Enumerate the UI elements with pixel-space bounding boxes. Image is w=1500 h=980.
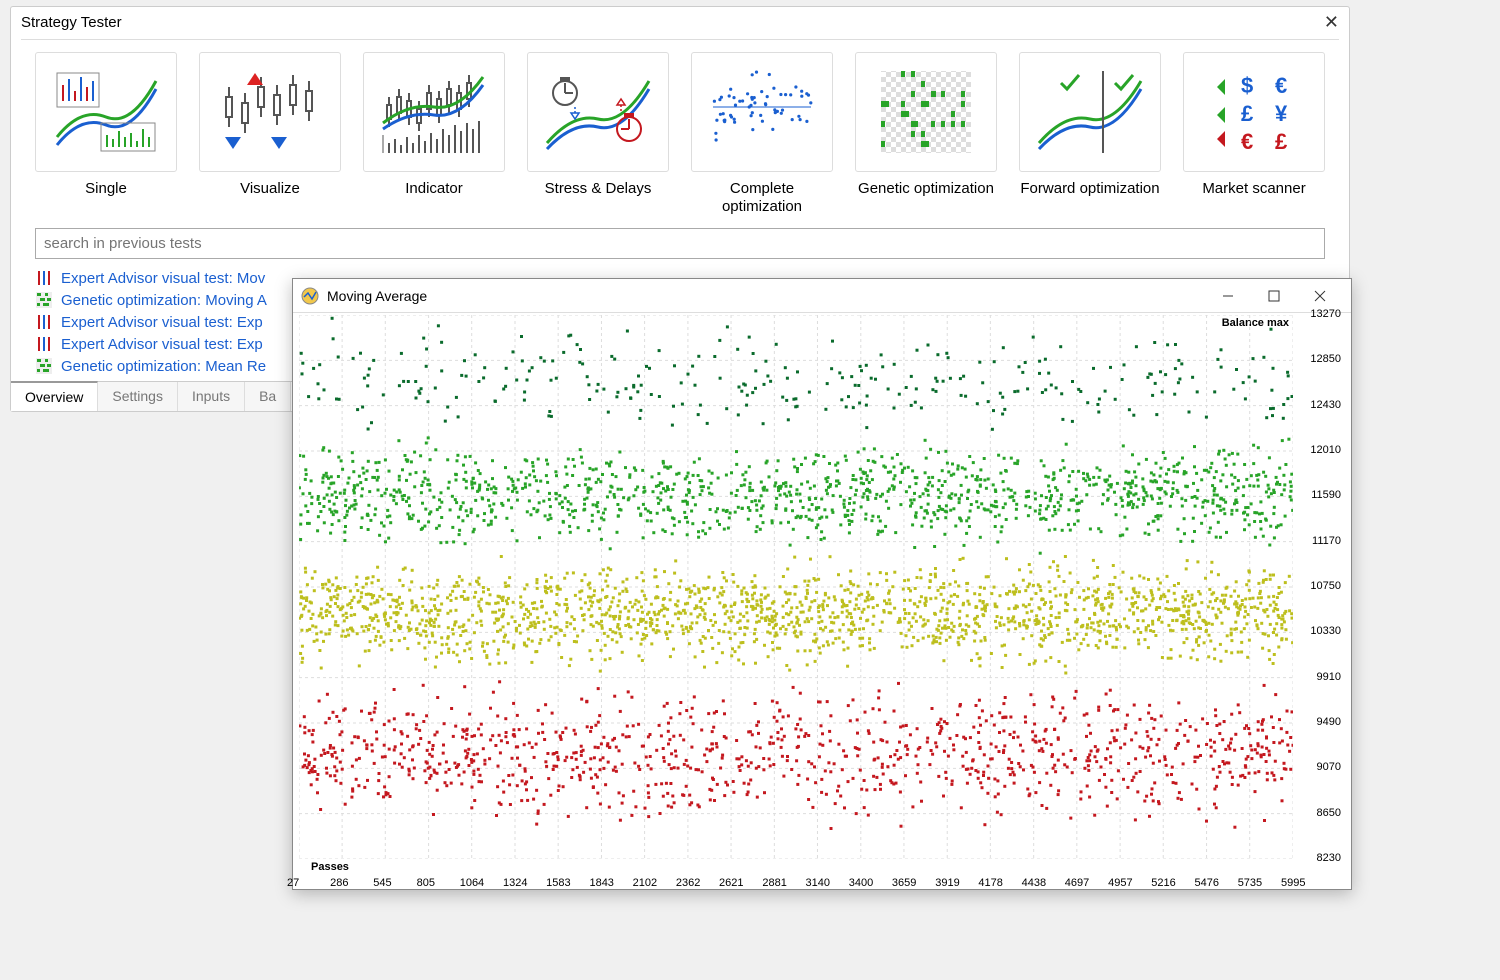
x-tick-label: 1064 xyxy=(460,877,484,889)
x-tick-label: 4957 xyxy=(1108,877,1132,889)
chart-titlebar[interactable]: Moving Average xyxy=(293,279,1351,313)
x-tick-label: 2102 xyxy=(633,877,657,889)
y-tick-label: 12430 xyxy=(1310,399,1341,411)
genetic-icon xyxy=(35,357,53,375)
card-forward-opt[interactable]: Forward optimization xyxy=(1019,52,1161,220)
card-market-scanner[interactable]: $ € £ ¥ € £ Market scanner xyxy=(1183,52,1325,220)
chart-window-title: Moving Average xyxy=(327,288,427,304)
close-button[interactable] xyxy=(1297,281,1343,311)
svg-text:¥: ¥ xyxy=(1275,101,1288,126)
close-icon[interactable]: ✕ xyxy=(1324,13,1339,31)
card-genetic-opt-icon xyxy=(855,52,997,172)
panel-titlebar: Strategy Tester ✕ xyxy=(11,7,1349,37)
svg-text:$: $ xyxy=(1241,73,1253,98)
x-tick-label: 1843 xyxy=(589,877,613,889)
x-axis-title: Passes xyxy=(311,861,349,873)
tab-settings[interactable]: Settings xyxy=(98,382,178,411)
y-tick-label: 10330 xyxy=(1310,625,1341,637)
card-label: Single xyxy=(35,180,177,220)
x-tick-label: 2362 xyxy=(676,877,700,889)
card-visualize[interactable]: Visualize xyxy=(199,52,341,220)
panel-title: Strategy Tester xyxy=(21,14,122,31)
card-label: Forward optimization xyxy=(1019,180,1161,220)
card-complete-opt-icon xyxy=(691,52,833,172)
x-tick-label: 4438 xyxy=(1022,877,1046,889)
svg-text:€: € xyxy=(1241,129,1253,154)
y-tick-label: 9490 xyxy=(1317,716,1341,728)
card-stress[interactable]: Stress & Delays xyxy=(527,52,669,220)
tab-backtest[interactable]: Ba xyxy=(245,382,291,411)
minimize-button[interactable] xyxy=(1205,281,1251,311)
x-tick-label: 5216 xyxy=(1151,877,1175,889)
y-tick-label: 11170 xyxy=(1312,535,1341,547)
x-tick-label: 1583 xyxy=(546,877,570,889)
plot-area xyxy=(299,315,1293,859)
y-tick-label: 8230 xyxy=(1317,852,1341,864)
card-indicator-icon xyxy=(363,52,505,172)
card-single-icon xyxy=(35,52,177,172)
x-tick-label: 3400 xyxy=(849,877,873,889)
y-tick-label: 12010 xyxy=(1310,444,1341,456)
card-visualize-icon xyxy=(199,52,341,172)
y-tick-label: 9070 xyxy=(1317,761,1341,773)
card-forward-opt-icon xyxy=(1019,52,1161,172)
app-icon xyxy=(301,287,319,305)
card-label: Market scanner xyxy=(1183,180,1325,220)
tab-overview[interactable]: Overview xyxy=(11,381,98,411)
card-label: Complete optimization xyxy=(691,180,833,220)
tab-inputs[interactable]: Inputs xyxy=(178,382,245,411)
y-tick-label: 13270 xyxy=(1310,308,1341,320)
svg-text:£: £ xyxy=(1275,129,1288,154)
x-tick-label: 286 xyxy=(330,877,348,889)
search-input[interactable] xyxy=(35,228,1325,259)
card-market-scanner-icon: $ € £ ¥ € £ xyxy=(1183,52,1325,172)
x-tick-label: 2881 xyxy=(762,877,786,889)
x-tick-label: 5995 xyxy=(1281,877,1305,889)
card-stress-icon xyxy=(527,52,669,172)
x-tick-label: 3919 xyxy=(935,877,959,889)
card-indicator[interactable]: Indicator xyxy=(363,52,505,220)
svg-text:€: € xyxy=(1275,73,1287,98)
candlestick-icon xyxy=(35,313,53,331)
maximize-button[interactable] xyxy=(1251,281,1297,311)
x-tick-label: 3140 xyxy=(805,877,829,889)
divider xyxy=(21,39,1339,40)
x-tick-label: 4697 xyxy=(1065,877,1089,889)
x-tick-label: 1324 xyxy=(503,877,527,889)
svg-text:£: £ xyxy=(1241,101,1254,126)
genetic-icon xyxy=(35,291,53,309)
y-tick-label: 8650 xyxy=(1317,807,1341,819)
candlestick-icon xyxy=(35,269,53,287)
x-tick-label: 4178 xyxy=(978,877,1002,889)
x-tick-label: 27 xyxy=(287,877,299,889)
candlestick-icon xyxy=(35,335,53,353)
card-label: Indicator xyxy=(363,180,505,220)
card-label: Visualize xyxy=(199,180,341,220)
card-label: Stress & Delays xyxy=(527,180,669,220)
chart-window: Moving Average Balance max Passes 823086… xyxy=(292,278,1352,890)
x-tick-label: 2621 xyxy=(719,877,743,889)
y-tick-label: 9910 xyxy=(1317,671,1341,683)
x-tick-label: 5476 xyxy=(1195,877,1219,889)
x-tick-label: 545 xyxy=(373,877,391,889)
x-tick-label: 3659 xyxy=(892,877,916,889)
card-genetic-opt[interactable]: Genetic optimization xyxy=(855,52,997,220)
card-complete-opt[interactable]: Complete optimization xyxy=(691,52,833,220)
chart-area[interactable]: Balance max Passes 823086509070949099101… xyxy=(293,313,1351,891)
card-label: Genetic optimization xyxy=(855,180,997,220)
x-tick-label: 5735 xyxy=(1238,877,1262,889)
mode-cards: Single Visualize xyxy=(11,48,1349,228)
card-single[interactable]: Single xyxy=(35,52,177,220)
y-tick-label: 12850 xyxy=(1310,353,1341,365)
x-tick-label: 805 xyxy=(417,877,435,889)
y-tick-label: 11590 xyxy=(1311,489,1341,501)
y-tick-label: 10750 xyxy=(1310,580,1341,592)
